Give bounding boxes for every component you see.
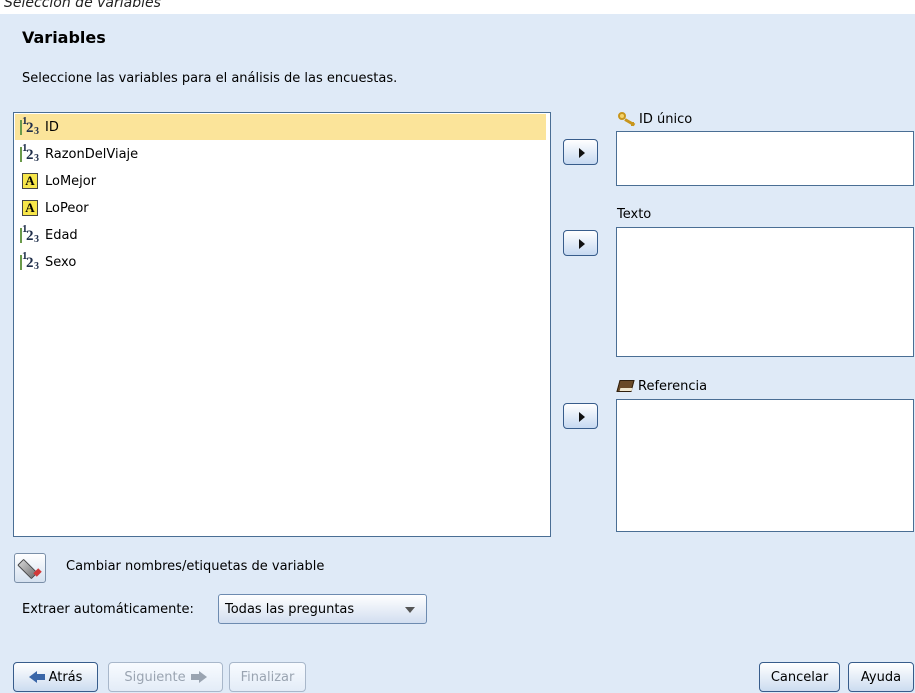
- reference-variables-list[interactable]: [616, 399, 914, 532]
- pen-icon: [17, 558, 38, 580]
- variable-name: Edad: [45, 227, 78, 243]
- unique-id-field[interactable]: [616, 131, 914, 186]
- variable-name: RazonDelViaje: [45, 146, 139, 162]
- rename-variables-label: Cambiar nombres/etiquetas de variable: [66, 559, 325, 574]
- rename-variables-button[interactable]: [14, 553, 46, 583]
- text-variables-list[interactable]: [616, 227, 914, 357]
- figure-caption: Selección de variables: [4, 0, 161, 11]
- variable-name: LoMejor: [45, 173, 97, 189]
- list-item[interactable]: A LoMejor: [15, 168, 549, 194]
- numeric-variable-icon: 123: [20, 115, 39, 137]
- variable-name: ID: [45, 119, 59, 135]
- next-button-label: Siguiente: [124, 669, 186, 685]
- instructions-text: Seleccione las variables para el análisi…: [22, 71, 398, 86]
- list-item[interactable]: 1 2 3 RazonDelViaje: [15, 141, 549, 167]
- extract-selected-value: Todas las preguntas: [225, 601, 355, 617]
- variable-list[interactable]: 1 2 3 ID 1 2 3 RazonDelViaje A LoMejor A LoPeor 1 2 3 E…: [13, 112, 551, 537]
- list-item[interactable]: 1 2 3 Sexo: [15, 249, 549, 275]
- chevron-down-icon: [405, 607, 415, 613]
- unique-id-label-row: ID único: [617, 111, 692, 127]
- finish-button[interactable]: Finalizar: [229, 662, 306, 692]
- book-icon: [616, 378, 635, 394]
- arrow-right-icon: [190, 671, 207, 683]
- help-button-label: Ayuda: [860, 669, 902, 685]
- cancel-button-label: Cancelar: [770, 669, 829, 685]
- numeric-variable-icon: 123: [20, 142, 39, 164]
- list-item[interactable]: 1 2 3 Edad: [15, 222, 549, 248]
- move-to-unique-id-button[interactable]: [563, 139, 598, 165]
- next-button[interactable]: Siguiente: [108, 662, 223, 692]
- help-button[interactable]: Ayuda: [848, 662, 914, 692]
- extract-dropdown[interactable]: Todas las preguntas: [218, 594, 427, 624]
- list-item[interactable]: A LoPeor: [15, 195, 549, 221]
- variable-name: LoPeor: [45, 200, 89, 216]
- page-title: Variables: [22, 28, 106, 47]
- key-icon: [617, 111, 637, 127]
- reference-label: Referencia: [638, 378, 708, 394]
- variable-name: Sexo: [45, 254, 77, 270]
- finish-button-label: Finalizar: [240, 669, 295, 685]
- string-variable-icon: A: [22, 200, 38, 216]
- move-to-text-button[interactable]: [563, 230, 598, 256]
- move-to-reference-button[interactable]: [563, 403, 598, 429]
- reference-label-row: Referencia: [616, 378, 708, 394]
- back-button[interactable]: Atrás: [13, 662, 98, 692]
- extract-label: Extraer automáticamente:: [22, 602, 194, 617]
- numeric-variable-icon: 123: [20, 250, 39, 272]
- cancel-button[interactable]: Cancelar: [759, 662, 840, 692]
- text-label: Texto: [617, 207, 652, 222]
- string-variable-icon: A: [22, 173, 38, 189]
- unique-id-label: ID único: [639, 111, 693, 127]
- text-label-row: Texto: [617, 207, 651, 222]
- numeric-variable-icon: 123: [20, 223, 39, 245]
- arrow-left-icon: [28, 671, 45, 683]
- list-item[interactable]: 1 2 3 ID: [15, 114, 546, 140]
- back-button-label: Atrás: [48, 669, 83, 685]
